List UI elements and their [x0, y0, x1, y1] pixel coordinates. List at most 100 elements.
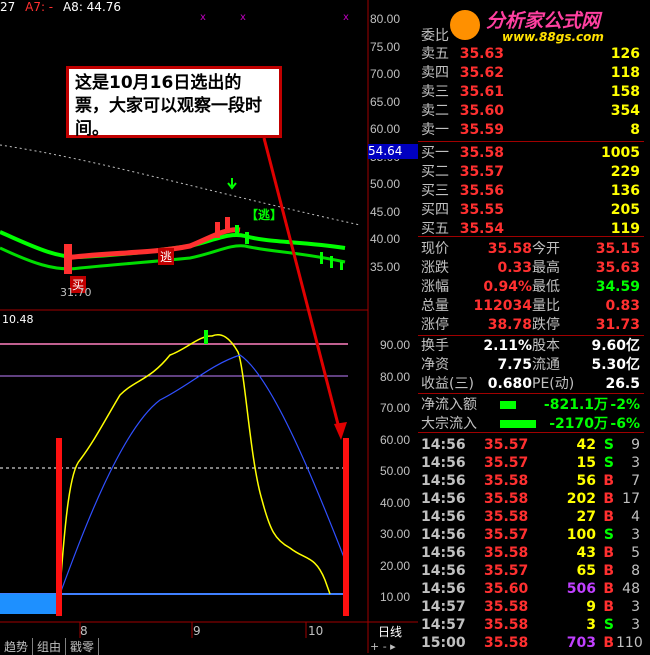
tick-volume: 703 [566, 635, 596, 651]
tick-price: 35.58 [484, 617, 529, 633]
stats-label: 换手 [421, 338, 449, 354]
escape-label-mid: 逃 [158, 248, 175, 265]
tick-price: 35.58 [484, 491, 529, 507]
ask-price: 35.60 [459, 103, 504, 119]
tick-volume: 27 [576, 509, 596, 525]
indicator-line-blue [59, 354, 346, 595]
tick-time: 14:57 [421, 617, 466, 633]
tick-side: B [603, 491, 614, 507]
stats-label-2: PE(动) [532, 376, 575, 392]
tick-side: S [603, 437, 614, 453]
tick-row: 14:56 35.57 15 S 3 [418, 454, 644, 472]
tick-price: 35.58 [484, 599, 529, 615]
indicator-tick: 20.00 [380, 558, 411, 573]
tick-count: 9 [631, 437, 640, 453]
tick-price: 35.58 [484, 509, 529, 525]
tick-count: 17 [622, 491, 640, 507]
ma-a7: A7: - [25, 0, 54, 14]
tick-time: 15:00 [421, 635, 466, 651]
x-tick-2: 10 [308, 624, 324, 638]
tick-volume: 3 [586, 617, 596, 633]
tick-volume: 43 [576, 545, 596, 561]
tab-third[interactable]: 戳零 [66, 638, 100, 655]
price-tick: 80.00 [370, 12, 401, 26]
tick-count: 5 [631, 545, 640, 561]
tick-volume: 56 [576, 473, 596, 489]
tick-price: 35.57 [484, 527, 529, 543]
low-price-label: 31.70 [60, 286, 92, 299]
quote-value: 112034 [473, 298, 532, 314]
tick-volume: 100 [566, 527, 596, 543]
bid-row[interactable]: 买三 35.56 136 [418, 182, 644, 200]
indicator-tick: 50.00 [380, 464, 411, 478]
order-book-header: 委比 [421, 28, 449, 44]
svg-text:x: x [343, 12, 349, 23]
tick-price: 35.57 [484, 455, 529, 471]
tick-row: 14:57 35.58 3 S 3 [418, 616, 644, 634]
tick-row: 14:56 35.60 506 B 48 [418, 580, 644, 598]
zoom-controls[interactable]: + - ▸ [370, 640, 396, 653]
tick-count: 8 [631, 563, 640, 579]
flow-pct: -6% [610, 416, 640, 432]
ask-volume: 158 [610, 84, 640, 100]
bid-row[interactable]: 买四 35.55 205 [418, 201, 644, 219]
stats-value-2: 26.5 [605, 376, 640, 392]
bid-row[interactable]: 买二 35.57 229 [418, 163, 644, 181]
down-arrow-icon [227, 178, 237, 190]
tick-price: 35.58 [484, 545, 529, 561]
ask-row[interactable]: 卖一 35.59 8 [418, 121, 644, 139]
bid-row[interactable]: 买一 35.58 1005 [418, 144, 644, 162]
flow-value: -821.1万 [543, 397, 608, 413]
indicator-line-yellow [59, 334, 331, 595]
ask-row[interactable]: 卖三 35.61 158 [418, 83, 644, 101]
tick-side: B [603, 563, 614, 579]
tab-second[interactable]: 组由 [33, 638, 67, 655]
tick-side: B [603, 509, 614, 525]
ask-row[interactable]: 卖四 35.62 118 [418, 64, 644, 82]
quote-value: 0.33 [497, 260, 532, 276]
tick-count: 7 [631, 473, 640, 489]
tick-row: 14:56 35.57 65 B 8 [418, 562, 644, 580]
quote-label: 涨幅 [421, 279, 449, 295]
tick-volume: 9 [586, 599, 596, 615]
indicator-tick: 30.00 [380, 527, 411, 541]
tick-side: S [603, 527, 614, 543]
flow-bar [500, 420, 536, 428]
tick-side: B [603, 599, 614, 615]
tick-time: 14:56 [421, 527, 466, 543]
tick-volume: 202 [566, 491, 596, 507]
arrow-head-icon [334, 422, 347, 440]
tick-time: 14:56 [421, 563, 466, 579]
tick-count: 3 [631, 455, 640, 471]
svg-text:x: x [240, 12, 246, 23]
period-label[interactable]: 日线 [378, 623, 402, 640]
stats-value: 0.680 [487, 376, 532, 392]
quote-label-2: 最低 [532, 279, 560, 295]
x-tick-1: 9 [193, 624, 201, 638]
tick-volume: 506 [566, 581, 596, 597]
ask-row[interactable]: 卖五 35.63 126 [418, 45, 644, 63]
ask-volume: 126 [610, 46, 640, 62]
ma-legend: 27 A7: - A8: 44.76 [0, 0, 121, 14]
quote-value-2: 34.59 [595, 279, 640, 295]
indicator-tick: 90.00 [380, 338, 411, 352]
ask-price: 35.62 [459, 65, 504, 81]
flow-row: 大宗流入 -2170万 -6% [418, 415, 644, 433]
flow-label: 大宗流入 [421, 416, 477, 432]
bid-price: 35.57 [459, 164, 504, 180]
tick-price: 35.57 [484, 437, 529, 453]
ask-price: 35.63 [459, 46, 504, 62]
bottom-tab-bar: 趋势 组由 戳零 [0, 638, 100, 655]
quote-row: 涨幅 0.94% 最低 34.59 [418, 278, 644, 296]
tick-time: 14:56 [421, 581, 466, 597]
quote-label-2: 最高 [532, 260, 560, 276]
buy-candle [64, 244, 72, 274]
price-tick: 50.00 [370, 177, 401, 191]
price-tick: 75.00 [370, 39, 401, 54]
tick-count: 3 [631, 599, 640, 615]
ask-row[interactable]: 卖二 35.60 354 [418, 102, 644, 120]
tab-trend[interactable]: 趋势 [0, 638, 34, 655]
tick-price: 35.58 [484, 473, 529, 489]
quote-row: 涨停 38.78 跌停 31.73 [418, 316, 644, 334]
tick-count: 3 [631, 527, 640, 543]
